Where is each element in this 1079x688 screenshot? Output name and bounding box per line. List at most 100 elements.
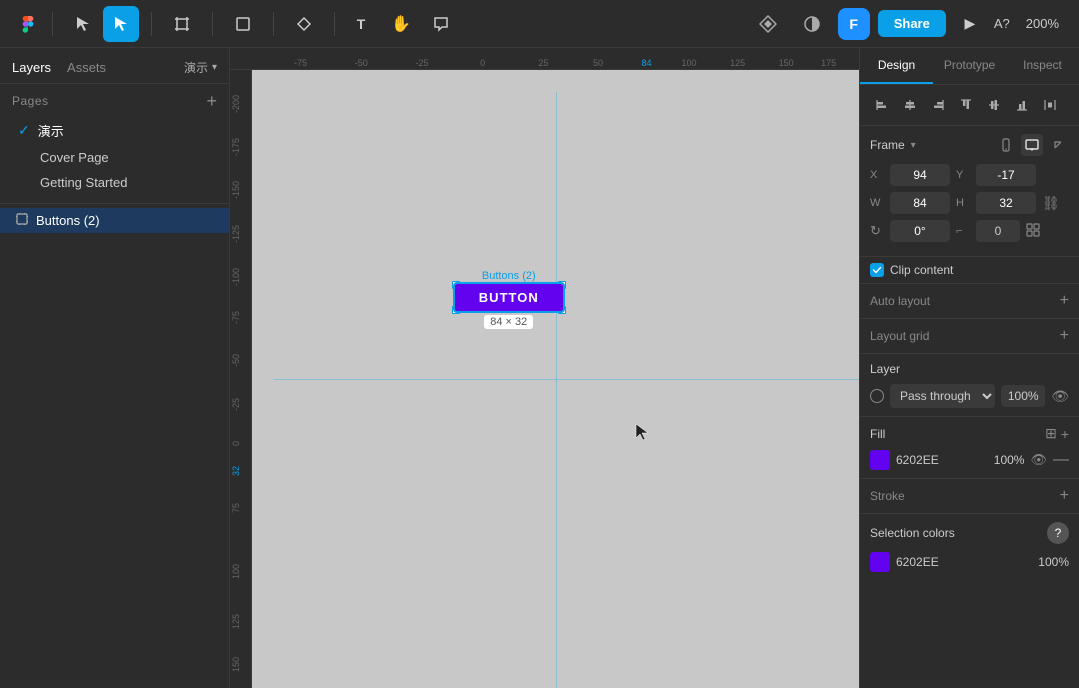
v-ruler-tick: -50 [231, 354, 241, 367]
sel-opacity-value[interactable]: 100% [1029, 555, 1069, 569]
selection-colors-section: Selection colors ? 6202EE 100% [860, 514, 1079, 580]
align-center-v-btn[interactable] [982, 93, 1006, 117]
tab-design[interactable]: Design [860, 48, 933, 84]
frame-phone-icon[interactable] [995, 134, 1017, 156]
y-label: Y [956, 169, 970, 181]
rotation-icon: ↻ [870, 223, 884, 239]
blend-mode-select[interactable]: Pass through [890, 384, 995, 408]
fill-visibility-btn[interactable]: 👁 [1030, 452, 1047, 468]
fill-color-swatch[interactable] [870, 450, 890, 470]
comment-tool-btn[interactable] [423, 6, 459, 42]
toolbar-sep4 [273, 12, 274, 36]
zoom-label[interactable]: 200% [1018, 12, 1067, 35]
page-item-getting-started[interactable]: Getting Started [12, 170, 217, 195]
x-input[interactable] [890, 164, 950, 186]
v-ruler-tick: 125 [231, 614, 241, 629]
fill-section: Fill ⊞ + 6202EE 100% 👁 — [860, 417, 1079, 479]
align-bottom-btn[interactable] [1010, 93, 1034, 117]
tab-prototype[interactable]: Prototype [933, 48, 1006, 84]
fill-title: Fill [870, 427, 885, 441]
canvas-area[interactable]: -75 -50 -25 0 25 50 84 100 125 150 175 -… [230, 48, 859, 688]
sel-hex-value[interactable]: 6202EE [896, 555, 1023, 569]
align-left-btn[interactable] [870, 93, 894, 117]
frame-tool-btn[interactable] [164, 6, 200, 42]
w-input[interactable] [890, 192, 950, 214]
fill-grid-icon[interactable]: ⊞ [1045, 425, 1057, 442]
corner-radius-input[interactable] [976, 220, 1020, 242]
hand-tool-btn[interactable]: ✋ [383, 6, 419, 42]
text-tool-btn[interactable]: T [343, 6, 379, 42]
frame-select-tool-btn[interactable] [103, 6, 139, 42]
left-panel: Layers Assets 演示 ▾ Pages + ✓ 演示 Cover Pa… [0, 48, 230, 688]
layers-section: Buttons (2) [0, 204, 229, 688]
auto-label[interactable]: A? [994, 16, 1010, 31]
figma-logo-icon[interactable] [12, 8, 44, 40]
fill-opacity-value[interactable]: 100% [988, 453, 1024, 467]
pen-tool-btn[interactable] [286, 6, 322, 42]
add-layout-grid-btn[interactable]: + [1060, 327, 1069, 345]
constrain-proportions-btn[interactable]: ⛓ [1042, 195, 1060, 212]
shape-tool-btn[interactable] [225, 6, 261, 42]
layout-grid-label: Layout grid [870, 329, 929, 343]
figma-badge[interactable]: F [838, 8, 870, 40]
layer-section-title: Layer [870, 362, 1069, 376]
ruler-tick: 125 [730, 58, 745, 68]
page-item-cover[interactable]: Cover Page [12, 145, 217, 170]
vertical-ruler: -200 -175 -150 -125 -100 -75 -50 -25 0 3… [230, 70, 252, 688]
tab-inspect[interactable]: Inspect [1006, 48, 1079, 84]
opacity-input[interactable] [1001, 385, 1045, 407]
rotation-input[interactable] [890, 220, 950, 242]
frame-section: Frame ▾ X Y [860, 126, 1079, 257]
frame-desktop-icon[interactable] [1021, 134, 1043, 156]
frame-wh-row: W H ⛓ [870, 192, 1069, 214]
layer-visibility-btn[interactable]: 👁 [1051, 388, 1069, 405]
contrast-tool-btn[interactable] [794, 6, 830, 42]
remove-fill-btn[interactable]: — [1053, 451, 1069, 469]
layer-item-buttons[interactable]: Buttons (2) [0, 208, 229, 233]
sel-color-swatch[interactable] [870, 552, 890, 572]
fill-hex-value[interactable]: 6202EE [896, 453, 982, 467]
share-button[interactable]: Share [878, 10, 946, 37]
canvas-button[interactable]: BUTTON [455, 284, 563, 311]
add-stroke-btn[interactable]: + [1060, 487, 1069, 505]
align-right-btn[interactable] [926, 93, 950, 117]
ruler-tick: -50 [355, 58, 368, 68]
selection-colors-help-btn[interactable]: ? [1047, 522, 1069, 544]
chevron-down-icon: ▾ [212, 62, 217, 73]
page-item-yanshi[interactable]: ✓ 演示 [12, 116, 217, 145]
y-input[interactable] [976, 164, 1036, 186]
right-panel: Design Prototype Inspect [859, 48, 1079, 688]
frame-icons [995, 134, 1069, 156]
toolbar-pen-group [282, 6, 326, 42]
selection-colors-title: Selection colors [870, 526, 955, 540]
add-page-button[interactable]: + [206, 92, 217, 110]
align-top-btn[interactable] [954, 93, 978, 117]
add-auto-layout-btn[interactable]: + [1060, 292, 1069, 310]
tab-layers[interactable]: Layers [12, 56, 51, 79]
main-area: Layers Assets 演示 ▾ Pages + ✓ 演示 Cover Pa… [0, 48, 1079, 688]
canvas-button-size: 84 × 32 [484, 315, 533, 329]
select-tool-btn[interactable] [65, 6, 101, 42]
canvas-content[interactable]: Buttons (2) BUTTON 84 × 32 [252, 70, 859, 688]
resize-mode-btn[interactable] [1026, 223, 1040, 240]
frame-title[interactable]: Frame [870, 138, 905, 152]
play-button[interactable]: ▶ [954, 8, 986, 40]
ruler-tick: -25 [415, 58, 428, 68]
distribute-h-btn[interactable] [1038, 93, 1062, 117]
ruler-tick: 150 [779, 58, 794, 68]
canvas-cursor [634, 422, 650, 447]
frame-resize-icon[interactable] [1047, 134, 1069, 156]
ruler-tick: 0 [480, 58, 485, 68]
panel-tabs: Layers Assets 演示 ▾ [0, 48, 229, 84]
frame-chevron-icon: ▾ [911, 140, 916, 151]
clip-content-checkbox[interactable] [870, 263, 884, 277]
tab-assets[interactable]: Assets [67, 56, 106, 79]
canvas-element[interactable]: BUTTON [455, 284, 563, 311]
h-input[interactable] [976, 192, 1036, 214]
add-fill-btn[interactable]: + [1061, 426, 1069, 442]
align-center-h-btn[interactable] [898, 93, 922, 117]
v-ruler-tick: -100 [231, 268, 241, 286]
page-label-cover: Cover Page [40, 150, 109, 165]
component-tool-btn[interactable] [750, 6, 786, 42]
demo-label[interactable]: 演示 ▾ [184, 59, 217, 76]
